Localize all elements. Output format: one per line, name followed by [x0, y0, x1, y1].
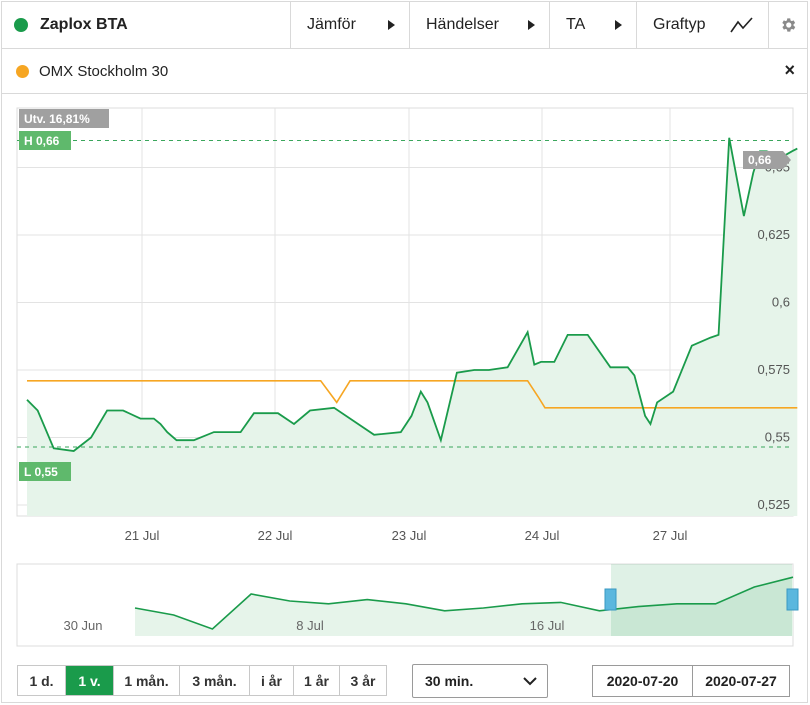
range-1w-button[interactable]: 1 v. — [66, 666, 114, 695]
interval-select[interactable]: 30 min. — [412, 664, 548, 698]
navigator-left-handle[interactable] — [604, 588, 617, 611]
x-tick-label: 24 Jul — [525, 528, 560, 543]
price-chart[interactable]: 0,5250,550,5750,60,6250,65 21 Jul22 Jul2… — [2, 94, 807, 562]
high-badge-text: H 0,66 — [24, 134, 60, 148]
x-tick-label: 21 Jul — [125, 528, 160, 543]
line-chart-icon — [730, 17, 753, 33]
navigator-selection[interactable] — [611, 564, 792, 636]
range-1m-button[interactable]: 1 mån. — [114, 666, 180, 695]
last-price-badge: 0,66 — [743, 151, 791, 169]
date-range-inputs: 2020-07-20 2020-07-27 — [592, 665, 790, 697]
y-tick-label: 0,625 — [757, 227, 790, 242]
change-badge: Utv. 16,81% — [19, 109, 109, 128]
low-badge: L 0,55 — [19, 462, 71, 481]
date-from-field[interactable]: 2020-07-20 — [593, 666, 693, 696]
navigator-tick-label: 8 Jul — [296, 618, 324, 633]
y-tick-label: 0,6 — [772, 295, 790, 310]
chevron-down-icon — [523, 676, 537, 685]
instrument-name: Zaplox BTA — [40, 16, 128, 33]
interval-value: 30 min. — [425, 673, 474, 689]
triangle-right-icon — [528, 20, 535, 30]
low-badge-text: L 0,55 — [24, 465, 58, 479]
triangle-right-icon — [388, 20, 395, 30]
compare-legend: OMX Stockholm 30 × — [2, 49, 807, 94]
price-area — [27, 137, 798, 517]
y-tick-label: 0,55 — [765, 430, 790, 445]
navigator-chart[interactable]: 30 Jun 8 Jul 16 Jul — [2, 562, 807, 652]
compare-series-dot — [16, 64, 29, 78]
x-tick-label: 23 Jul — [392, 528, 427, 543]
range-ytd-button[interactable]: i år — [250, 666, 294, 695]
compare-label: Jämför — [307, 16, 356, 33]
close-icon[interactable]: × — [784, 61, 795, 79]
settings-button[interactable] — [769, 2, 807, 48]
instrument-title: Zaplox BTA — [2, 2, 291, 48]
events-button[interactable]: Händelser — [410, 2, 550, 48]
range-3m-button[interactable]: 3 mån. — [180, 666, 250, 695]
high-badge: H 0,66 — [19, 131, 71, 150]
y-tick-label: 0,525 — [757, 497, 790, 512]
chart-type-label: Graftyp — [653, 16, 706, 33]
chart-toolbar: Zaplox BTA Jämför Händelser TA Graftyp — [2, 2, 807, 49]
chart-widget: Zaplox BTA Jämför Händelser TA Graftyp O… — [1, 1, 808, 703]
navigator-tick-label: 16 Jul — [530, 618, 565, 633]
date-to-field[interactable]: 2020-07-27 — [693, 666, 789, 696]
change-badge-text: Utv. 16,81% — [24, 112, 90, 126]
triangle-right-icon — [615, 20, 622, 30]
range-selector: 1 d. 1 v. 1 mån. 3 mån. i år 1 år 3 år — [17, 665, 387, 696]
gear-icon — [782, 18, 796, 32]
compare-series-name: OMX Stockholm 30 — [39, 62, 169, 80]
ta-label: TA — [566, 16, 586, 33]
range-1y-button[interactable]: 1 år — [294, 666, 340, 695]
x-axis-labels: 21 Jul 22 Jul 23 Jul 24 Jul 27 Jul — [125, 528, 688, 543]
instrument-color-dot — [14, 18, 28, 32]
x-tick-label: 22 Jul — [258, 528, 293, 543]
y-tick-label: 0,575 — [757, 362, 790, 377]
events-label: Händelser — [426, 16, 499, 33]
range-1d-button[interactable]: 1 d. — [18, 666, 66, 695]
navigator-right-handle[interactable] — [786, 588, 799, 611]
last-price-text: 0,66 — [748, 153, 772, 167]
chart-type-button[interactable]: Graftyp — [637, 2, 769, 48]
compare-button[interactable]: Jämför — [291, 2, 410, 48]
ta-button[interactable]: TA — [550, 2, 637, 48]
navigator-tick-label: 30 Jun — [63, 618, 102, 633]
x-tick-label: 27 Jul — [653, 528, 688, 543]
range-3y-button[interactable]: 3 år — [340, 666, 386, 695]
